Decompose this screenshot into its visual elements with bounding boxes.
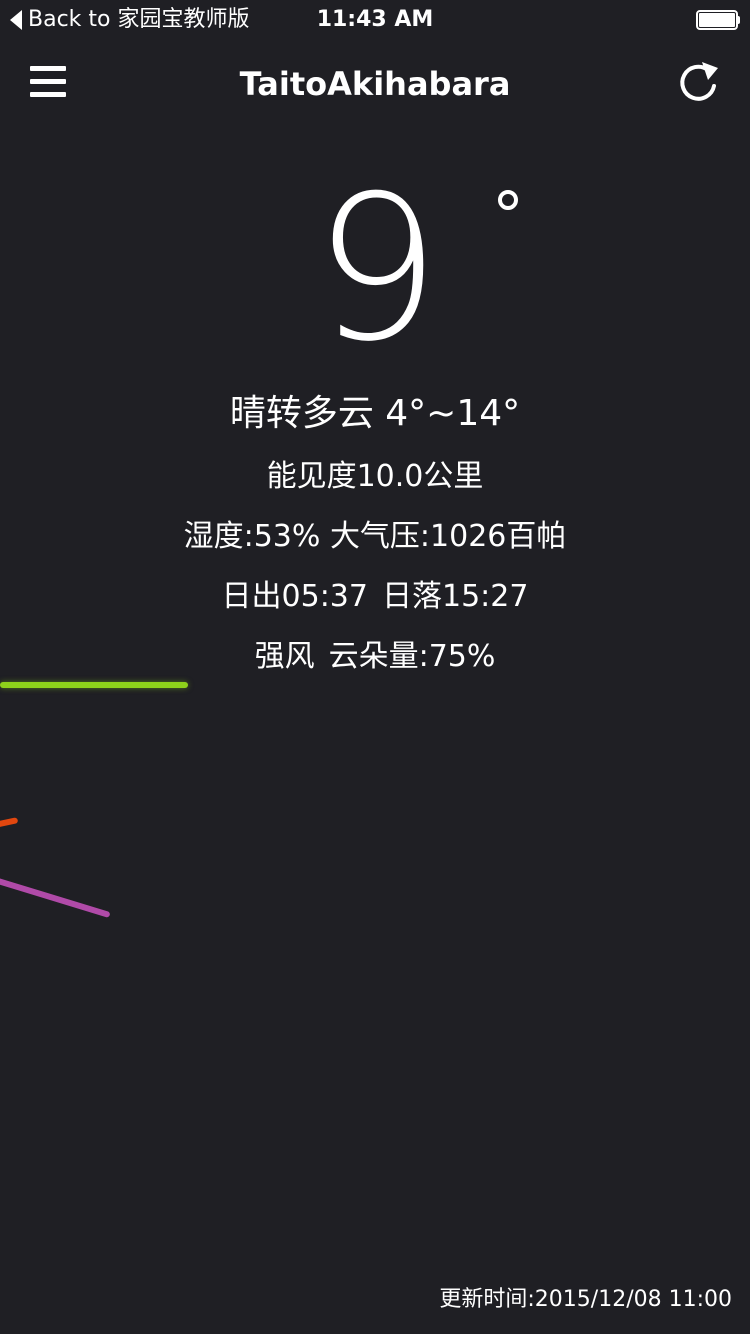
wind-info: 强风 bbox=[254, 639, 315, 674]
weather-screen: Back to 家园宝教师版 11:43 AM TaitoAkihabara 9 bbox=[0, 0, 750, 1334]
status-bar: Back to 家园宝教师版 11:43 AM bbox=[0, 0, 750, 40]
sunset-info: 日落15:27 bbox=[382, 579, 529, 614]
pressure-info: 大气压:1026百帕 bbox=[329, 519, 567, 554]
city-title: TaitoAkihabara bbox=[239, 65, 511, 103]
decorative-green-streak bbox=[0, 682, 188, 688]
humidity-info: 湿度:53% bbox=[183, 519, 321, 554]
wind-cloud-row: 强风 云朵量:75% bbox=[0, 636, 750, 678]
battery-level bbox=[699, 13, 735, 27]
refresh-icon[interactable] bbox=[678, 60, 722, 106]
visibility-info: 能见度10.0公里 bbox=[266, 459, 484, 494]
degree-symbol bbox=[498, 190, 518, 210]
weather-condition: 晴转多云 4°~14° bbox=[229, 393, 521, 434]
update-time: 更新时间:2015/12/08 11:00 bbox=[439, 1287, 732, 1312]
decorative-purple-streak bbox=[0, 876, 111, 918]
temperature-value: 9 bbox=[313, 153, 440, 386]
humidity-pressure-row: 湿度:53% 大气压:1026百帕 bbox=[0, 516, 750, 558]
temperature-display: 9 bbox=[0, 170, 750, 370]
battery-icon bbox=[696, 10, 740, 30]
decorative-orange-streak bbox=[0, 817, 19, 829]
sunrise-info: 日出05:37 bbox=[221, 579, 368, 614]
nav-bar: TaitoAkihabara bbox=[0, 40, 750, 126]
cloud-info: 云朵量:75% bbox=[328, 639, 496, 674]
sun-times-row: 日出05:37 日落15:27 bbox=[0, 576, 750, 618]
status-time: 11:43 AM bbox=[316, 7, 434, 32]
